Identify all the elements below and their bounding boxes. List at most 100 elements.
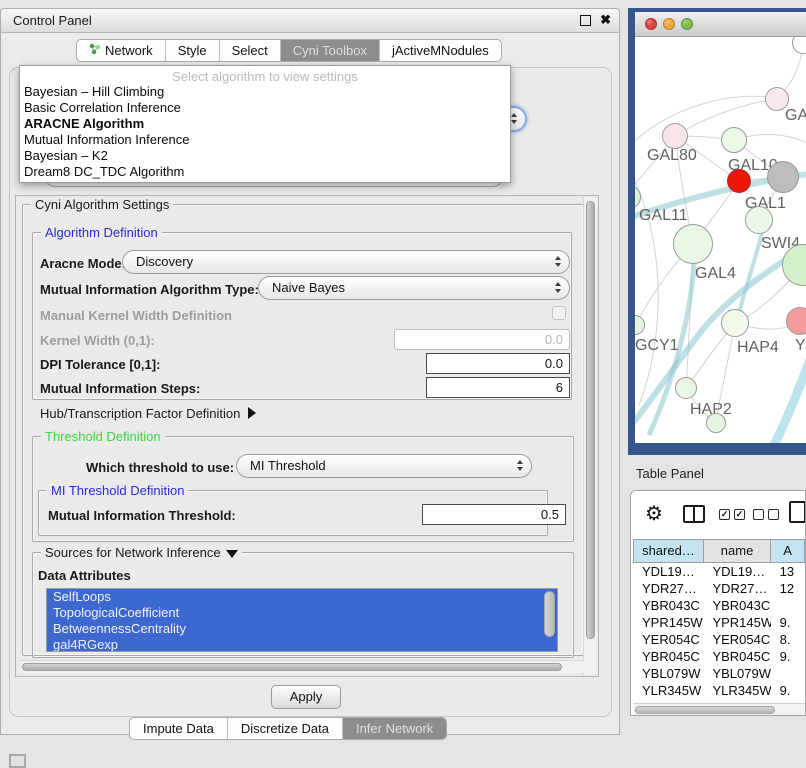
cut-panel-icon[interactable] — [9, 754, 26, 768]
network-node-y[interactable] — [786, 307, 806, 335]
dpi-tolerance-field[interactable]: 0.0 — [426, 353, 570, 374]
table-cell[interactable]: YBR043C — [633, 597, 703, 614]
control-panel-titlebar[interactable]: Control Panel ✖ — [1, 9, 619, 33]
table-cell[interactable]: YBR045C — [703, 648, 770, 665]
table-cell[interactable]: YER054C — [633, 631, 703, 648]
control-panel-title: Control Panel — [13, 13, 92, 28]
scrollbar-thumb[interactable] — [22, 663, 562, 671]
table-cell[interactable] — [771, 597, 805, 614]
tab-style[interactable]: Style — [165, 40, 219, 61]
column-header-name[interactable]: name — [704, 539, 771, 563]
network-node[interactable] — [767, 161, 799, 193]
network-node-swi4[interactable] — [745, 206, 773, 234]
network-node[interactable] — [706, 413, 726, 433]
aracne-mode-select[interactable]: Discovery — [122, 250, 570, 274]
table-row[interactable]: YBR045CYBR045C9. — [633, 648, 805, 665]
algorithm-option-dream8-dc-tdc-algorithm[interactable]: Dream8 DC_TDC Algorithm — [20, 164, 510, 180]
algorithm-option-bayesian-hill-climbing[interactable]: Bayesian – Hill Climbing — [20, 84, 510, 100]
tab-network[interactable]: Network — [77, 40, 165, 61]
close-icon[interactable]: ✖ — [600, 12, 611, 28]
settings-vertical-scrollbar[interactable] — [583, 197, 597, 675]
scrollbar-thumb[interactable] — [586, 201, 595, 639]
table-cell[interactable]: YDR27… — [703, 580, 770, 597]
algorithm-option-basic-correlation-inference[interactable]: Basic Correlation Inference — [20, 100, 510, 116]
attribute-item-selfloops[interactable]: SelfLoops — [47, 589, 557, 605]
network-node-hap4[interactable] — [721, 309, 749, 337]
sources-toggle[interactable]: Sources for Network Inference — [41, 545, 242, 560]
table-cell[interactable]: YDR27… — [633, 580, 703, 597]
table-row[interactable]: YPR145WYPR145W9. — [633, 614, 805, 631]
zoom-traffic-light-icon[interactable] — [681, 18, 693, 30]
table-cell[interactable]: 9. — [771, 648, 805, 665]
table-cell[interactable]: YDL19… — [633, 563, 703, 580]
unchecked-pair-icon[interactable] — [753, 509, 779, 520]
network-node-gal4[interactable] — [673, 224, 713, 264]
table-cell[interactable]: 9. — [771, 614, 805, 631]
table-cell[interactable]: YBL079W — [703, 665, 770, 682]
aracne-mode-label: Aracne Mode: — [40, 256, 126, 271]
minimize-traffic-light-icon[interactable] — [663, 18, 675, 30]
table-row[interactable]: YDR27…YDR27…12 — [633, 580, 805, 597]
mi-steps-field[interactable]: 6 — [426, 377, 570, 398]
table-cell[interactable]: YBR045C — [633, 648, 703, 665]
algorithm-option-aracne-algorithm[interactable]: ARACNE Algorithm — [20, 116, 510, 132]
table-cell[interactable]: YER054C — [703, 631, 770, 648]
table-cell[interactable]: YDL19… — [703, 563, 770, 580]
table-cell[interactable]: YPR145W — [633, 614, 703, 631]
apply-button[interactable]: Apply — [271, 685, 341, 709]
tab-jactivemnodules[interactable]: jActiveMNodules — [379, 40, 501, 61]
network-node-gal1[interactable] — [727, 169, 751, 193]
list-scrollbar-thumb[interactable] — [544, 591, 555, 637]
table-row[interactable]: YLR345WYLR345W9. — [633, 682, 805, 699]
table-cell[interactable]: 8. — [771, 631, 805, 648]
hub-definition-toggle[interactable]: Hub/Transcription Factor Definition — [40, 406, 256, 421]
table-cell[interactable]: 13 — [771, 563, 805, 580]
cyni-bottom-tabs: Impute Data Discretize Data Infer Networ… — [129, 717, 447, 740]
manual-kernel-checkbox[interactable] — [552, 306, 566, 320]
table-cell[interactable]: YPR145W — [703, 614, 770, 631]
network-view-titlebar[interactable] — [635, 12, 806, 37]
tab-cyni-toolbox[interactable]: Cyni Toolbox — [280, 40, 379, 61]
column-header-a[interactable]: A — [771, 539, 805, 563]
settings-horizontal-scrollbar[interactable] — [20, 660, 584, 673]
table-cell[interactable]: YBR043C — [703, 597, 770, 614]
close-traffic-light-icon[interactable] — [645, 18, 657, 30]
tab-impute-data[interactable]: Impute Data — [130, 718, 227, 739]
float-window-icon[interactable] — [580, 15, 591, 26]
attribute-item-topologicalcoefficient[interactable]: TopologicalCoefficient — [47, 605, 557, 621]
attribute-item-betweennesscentrality[interactable]: BetweennessCentrality — [47, 621, 557, 637]
table-cell[interactable] — [771, 665, 805, 682]
tab-infer-network[interactable]: Infer Network — [342, 718, 446, 739]
column-header-shared[interactable]: shared… — [633, 539, 704, 563]
table-row[interactable]: YDL19…YDL19…13 — [633, 563, 805, 580]
gear-icon[interactable]: ⚙ — [645, 503, 663, 525]
network-view-window[interactable]: GALGAL80GAL10GAL1GAL11SWI4GAL4GCY1HAP4YH… — [628, 8, 806, 455]
kernel-width-field[interactable]: 0.0 — [394, 329, 570, 350]
table-row[interactable]: YER054CYER054C8. — [633, 631, 805, 648]
table-horizontal-scrollbar[interactable] — [633, 703, 805, 716]
table-cell[interactable]: YBL079W — [633, 665, 703, 682]
document-icon[interactable] — [789, 501, 806, 523]
scrollbar-thumb[interactable] — [635, 706, 775, 714]
table-cell[interactable]: 12 — [771, 580, 805, 597]
network-node-hap2[interactable] — [675, 377, 697, 399]
table-cell[interactable]: YLR345W — [703, 682, 770, 699]
table-row[interactable]: YBR043CYBR043C — [633, 597, 805, 614]
network-node-gal10[interactable] — [721, 127, 747, 153]
network-node-gal80[interactable] — [662, 123, 688, 149]
attribute-item-gal4rgexp[interactable]: gal4RGexp — [47, 637, 557, 652]
data-attributes-label: Data Attributes — [38, 568, 131, 583]
table-cell[interactable]: YLR345W — [633, 682, 703, 699]
mi-threshold-field[interactable]: 0.5 — [422, 504, 566, 525]
checked-pair-icon[interactable]: ✓✓ — [719, 509, 745, 520]
network-canvas[interactable]: GALGAL80GAL10GAL1GAL11SWI4GAL4GCY1HAP4YH… — [635, 37, 806, 443]
table-row[interactable]: YBL079WYBL079W — [633, 665, 805, 682]
which-threshold-select[interactable]: MI Threshold — [236, 454, 532, 478]
algorithm-option-mutual-information-inference[interactable]: Mutual Information Inference — [20, 132, 510, 148]
algorithm-option-bayesian-k2[interactable]: Bayesian – K2 — [20, 148, 510, 164]
mi-type-select[interactable]: Naive Bayes — [258, 276, 570, 300]
split-columns-icon[interactable] — [683, 505, 705, 523]
tab-discretize-data[interactable]: Discretize Data — [227, 718, 342, 739]
tab-select[interactable]: Select — [219, 40, 280, 61]
table-cell[interactable]: 9. — [771, 682, 805, 699]
